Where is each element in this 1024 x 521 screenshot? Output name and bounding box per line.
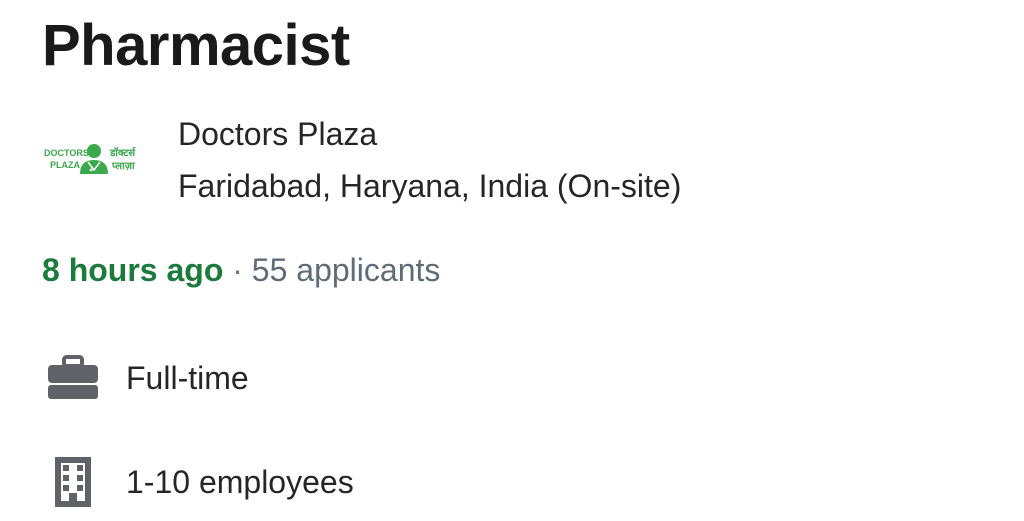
logo-en-line2: PLAZA [50, 160, 80, 170]
job-type-row: Full-time [42, 350, 249, 406]
briefcase-icon [42, 350, 104, 406]
meta-separator: · [223, 252, 252, 288]
company-size-label: 1-10 employees [126, 464, 354, 500]
posted-time: 8 hours ago [42, 252, 224, 288]
applicant-count: 55 applicants [251, 252, 441, 288]
job-type-label: Full-time [126, 360, 249, 396]
building-icon [42, 454, 104, 510]
logo-en-line1: DOCTORS [44, 148, 89, 158]
company-name[interactable]: Doctors Plaza [178, 108, 681, 160]
company-size-row: 1-10 employees [42, 454, 354, 510]
posting-meta: 8 hours ago · 55 applicants [42, 246, 440, 294]
company-logo[interactable]: DOCTORS PLAZA डॉक्टर्स प्लाज़ा [42, 108, 146, 212]
logo-hi-line1: डॉक्टर्स [109, 146, 136, 159]
job-location: Faridabad, Haryana, India (On-site) [178, 168, 682, 204]
company-info: Doctors Plaza Faridabad, Haryana, India … [178, 108, 681, 212]
job-detail-page: Pharmacist DOCTORS PLAZA डॉक्टर्स प्लाज़… [0, 0, 1024, 521]
doctors-plaza-logo-icon: DOCTORS PLAZA डॉक्टर्स प्लाज़ा [44, 144, 136, 174]
company-row[interactable]: DOCTORS PLAZA डॉक्टर्स प्लाज़ा Doctors P… [42, 108, 681, 212]
job-title: Pharmacist [42, 13, 350, 78]
logo-hi-line2: प्लाज़ा [111, 161, 135, 172]
